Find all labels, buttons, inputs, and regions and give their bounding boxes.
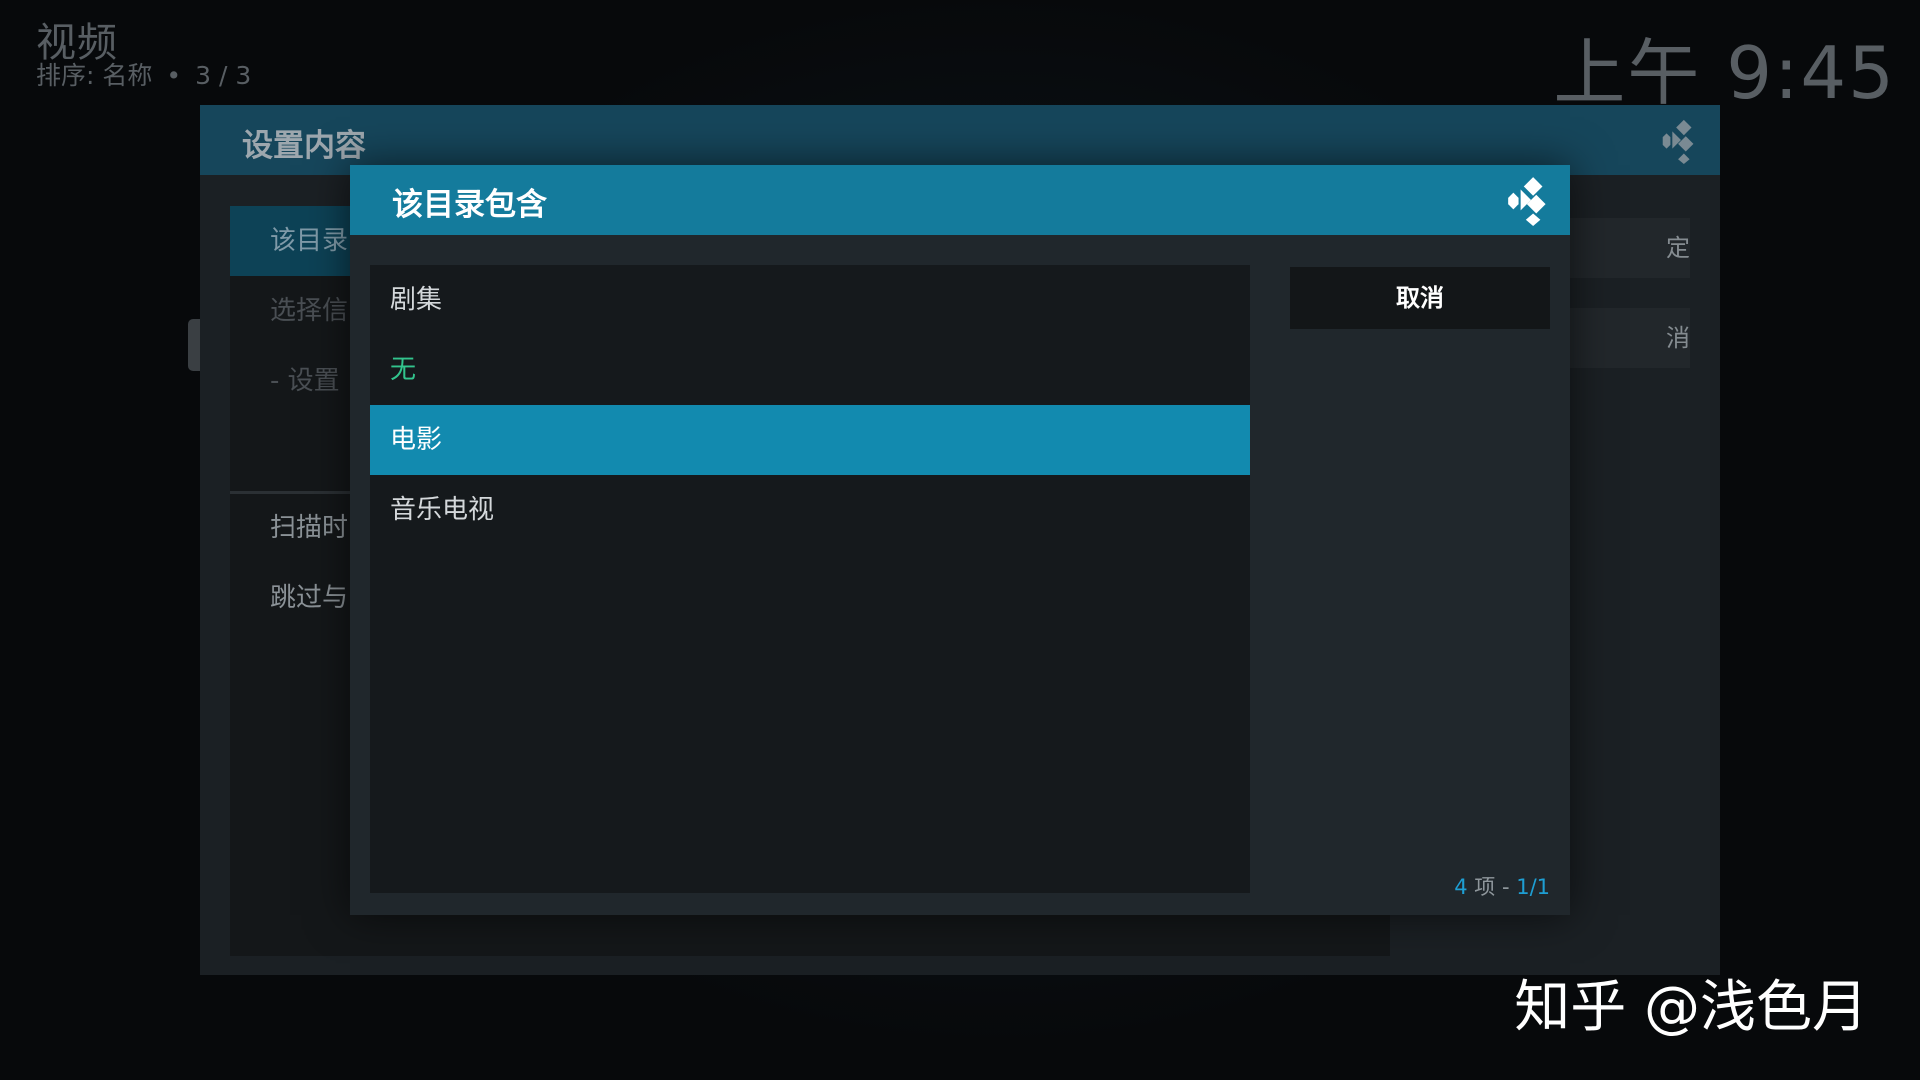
watermark: 知乎 @浅色月 bbox=[1514, 975, 1868, 1040]
side-tab-handle bbox=[188, 319, 200, 371]
item-count-separator: - bbox=[1501, 875, 1510, 899]
sort-label: 排序: 名称 bbox=[36, 61, 153, 90]
cancel-button[interactable]: 取消 bbox=[1290, 267, 1550, 329]
set-content-title: 设置内容 bbox=[242, 128, 366, 164]
content-type-list: 剧集 无 电影 音乐电视 bbox=[370, 265, 1250, 893]
page-indicator: 1/1 bbox=[1516, 875, 1550, 899]
item-count-unit: 项 bbox=[1474, 875, 1496, 899]
dialog-header: 该目录包含 bbox=[350, 165, 1570, 235]
list-item-tv-shows[interactable]: 剧集 bbox=[370, 265, 1250, 335]
directory-contains-dialog: 该目录包含 剧集 无 电影 音乐电视 取消 4 项 - 1/1 bbox=[350, 165, 1570, 915]
sort-info: 排序: 名称 • 3 / 3 bbox=[36, 56, 251, 92]
dialog-title: 该目录包含 bbox=[392, 187, 547, 223]
item-position: 3 / 3 bbox=[195, 61, 252, 90]
clock: 上午 9:45 bbox=[1553, 31, 1896, 115]
list-item-music-videos[interactable]: 音乐电视 bbox=[370, 475, 1250, 545]
item-count-number: 4 bbox=[1454, 875, 1468, 899]
list-item-none[interactable]: 无 bbox=[370, 335, 1250, 405]
list-item-movies[interactable]: 电影 bbox=[370, 405, 1250, 475]
kodi-logo-icon bbox=[1508, 177, 1546, 226]
kodi-logo-icon bbox=[1662, 119, 1694, 165]
separator-dot: • bbox=[166, 61, 182, 90]
item-count: 4 项 - 1/1 bbox=[1454, 871, 1550, 901]
